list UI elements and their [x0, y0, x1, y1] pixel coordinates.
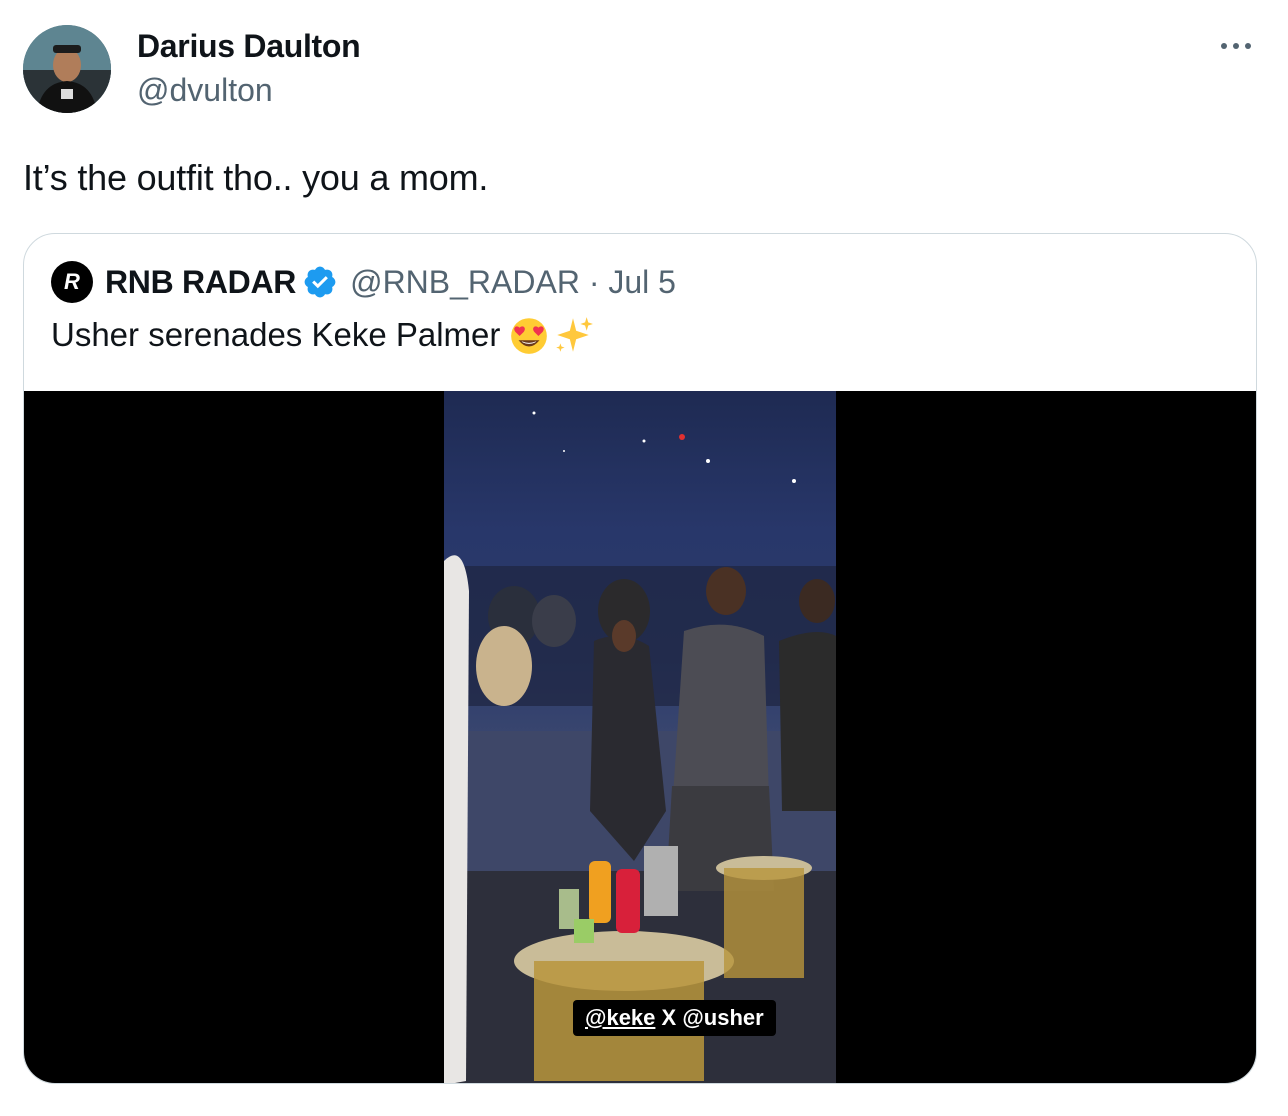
quoted-text-row: Usher serenades Keke Palmer — [51, 314, 594, 356]
tweet-text: It’s the outfit tho.. you a mom. — [23, 157, 489, 198]
video-frame: @keke X @usher — [444, 391, 836, 1083]
sparkles-emoji — [556, 317, 594, 352]
caption-usher-tag: @usher — [682, 1005, 764, 1030]
quoted-text: Usher serenades Keke Palmer — [51, 316, 501, 353]
quoted-avatar[interactable]: R — [51, 261, 93, 303]
more-dots-icon[interactable] — [1216, 34, 1256, 58]
author-name[interactable]: Darius Daulton — [137, 28, 361, 65]
heart-eyes-emoji — [511, 318, 548, 354]
quoted-name[interactable]: RNB RADAR — [105, 264, 296, 301]
caption-separator: X — [655, 1005, 683, 1030]
author-handle[interactable]: @dvulton — [137, 72, 273, 109]
avatar-photo — [23, 25, 111, 113]
caption-keke-tag: @keke — [585, 1005, 656, 1030]
video-player[interactable]: @keke X @usher — [24, 391, 1256, 1083]
video-caption: @keke X @usher — [573, 1000, 776, 1036]
verified-badge-icon — [304, 266, 336, 298]
quoted-handle-date[interactable]: @RNB_RADAR · Jul 5 — [350, 264, 676, 301]
quoted-tweet[interactable]: R RNB RADAR @RNB_RADAR · Jul 5 Usher ser… — [23, 233, 1257, 1084]
author-avatar[interactable] — [23, 25, 111, 113]
quoted-header: R RNB RADAR @RNB_RADAR · Jul 5 — [51, 261, 676, 303]
concert-scene-image — [444, 411, 836, 1083]
